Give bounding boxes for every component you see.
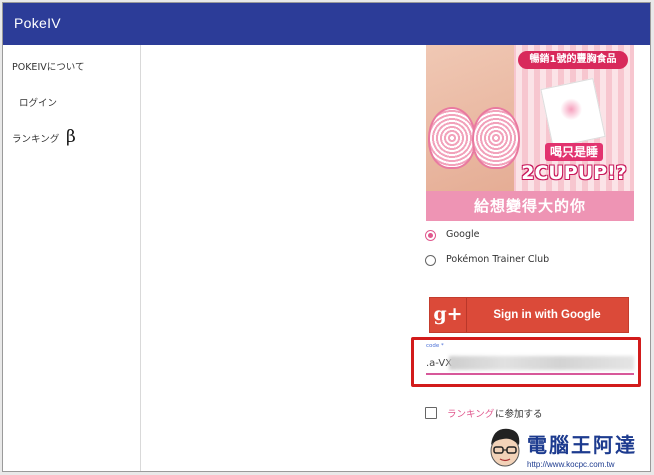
- radio-ptc-label[interactable]: Pokémon Trainer Club: [446, 254, 549, 265]
- ad-headline-line1: 喝只是睡: [544, 143, 603, 161]
- beta-symbol: β: [66, 127, 76, 147]
- ad-headline: 喝只是睡 2CUPUP!?: [518, 143, 630, 184]
- ad-photo-right-cup: [472, 107, 520, 169]
- ad-product-box: [540, 78, 606, 148]
- ranking-checkbox[interactable]: [425, 407, 437, 419]
- sign-in-with-google-button[interactable]: g+ Sign in with Google: [429, 297, 629, 333]
- radio-google-label[interactable]: Google: [446, 229, 480, 240]
- ad-bottom-text: 給想變得大的你: [426, 191, 634, 221]
- ad-top-banner: 暢銷1號的豐胸食品: [518, 51, 628, 69]
- code-field-label: code *: [426, 343, 444, 349]
- app-bar: PokeIV: [3, 3, 650, 45]
- radio-google-circle[interactable]: [425, 230, 436, 241]
- radio-ptc-circle[interactable]: [425, 255, 436, 266]
- advertisement-banner[interactable]: 暢銷1號的豐胸食品 喝只是睡 2CUPUP!? 給想變得大的你: [426, 45, 634, 221]
- sidebar-item-ranking[interactable]: ランキング: [12, 131, 59, 145]
- ranking-link[interactable]: ランキング: [447, 406, 494, 420]
- ad-headline-line2: 2CUPUP!?: [521, 162, 627, 184]
- ad-photo-left-cup: [428, 107, 476, 169]
- watermark-title: 電腦王阿達: [527, 433, 637, 457]
- sidebar: POKEIVについて ログイン ランキング β: [3, 45, 141, 471]
- sidebar-item-about[interactable]: POKEIVについて: [12, 59, 84, 73]
- sign-in-with-google-label: Sign in with Google: [493, 309, 601, 321]
- watermark-url: http://www.kocpc.com.tw: [527, 460, 615, 469]
- code-field-highlight: code *: [411, 337, 641, 387]
- sidebar-item-login[interactable]: ログイン: [19, 95, 57, 109]
- ad-photo: [426, 45, 520, 191]
- app-title: PokeIV: [14, 15, 61, 31]
- mascot-icon: [490, 428, 520, 467]
- watermark: 電腦王阿達 http://www.kocpc.com.tw: [483, 423, 650, 471]
- code-redaction-blur: [449, 356, 634, 370]
- ad-product-logo: [558, 96, 585, 123]
- ranking-checkbox-label: に参加する: [495, 409, 543, 420]
- app-window: PokeIV POKEIVについて ログイン ランキング β 暢銷1號的豐胸食品…: [2, 2, 651, 472]
- google-plus-icon: g+: [430, 298, 467, 332]
